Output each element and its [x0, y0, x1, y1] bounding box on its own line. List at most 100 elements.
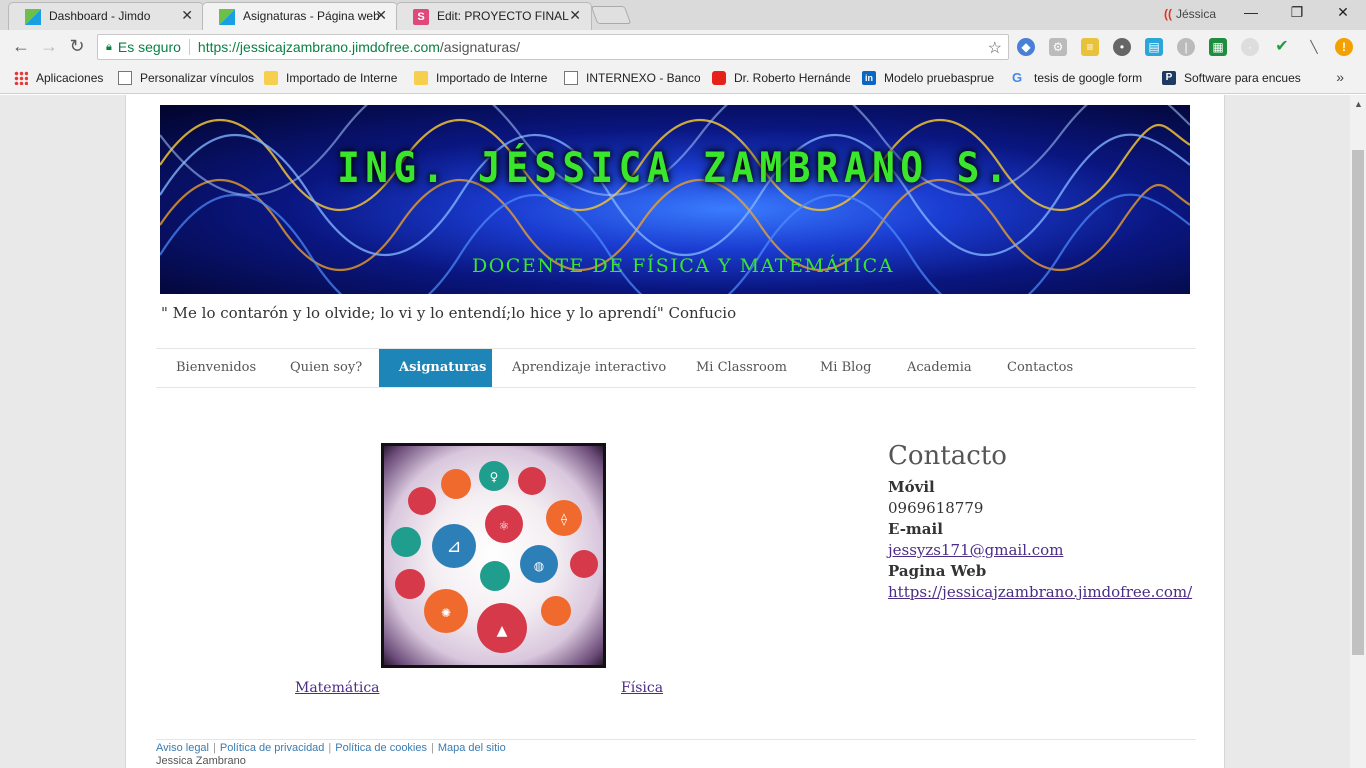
nav-academia[interactable]: Academia [887, 349, 992, 387]
contact-section: Contacto Móvil 0969618779 E-mail jessyzs… [888, 441, 1192, 603]
quote-text: " Me lo contarón y lo olvide; lo vi y lo… [161, 304, 737, 322]
bookmark-star-icon[interactable]: ☆ [988, 38, 1002, 58]
menu-alert-icon[interactable]: ! [1335, 38, 1353, 56]
bookmark-folder[interactable]: Importado de Interne [414, 71, 550, 85]
profile-icon: (( [1164, 7, 1172, 21]
extension-icon[interactable]: ▤ [1145, 38, 1163, 56]
footer-link-aviso-legal[interactable]: Aviso legal [156, 742, 209, 754]
close-tab-icon[interactable]: ✕ [375, 7, 387, 24]
scroll-up-icon[interactable]: ▲ [1354, 99, 1363, 109]
close-tab-icon[interactable]: ✕ [569, 7, 581, 24]
bookmark-item[interactable]: in Modelo pruebasprue [862, 71, 998, 85]
page-icon [564, 71, 578, 85]
site-container: ING. JÉSSICA ZAMBRANO S. DOCENTE DE FÍSI… [125, 95, 1225, 768]
subjects-illustration: ⊿ ⚛ ◍ ▲ ✺ ♀ ⟠ [381, 443, 606, 668]
header-subtitle: DOCENTE DE FÍSICA Y MATEMÁTICA [472, 255, 894, 277]
svg-text:♀: ♀ [490, 470, 499, 484]
jimdo-icon [219, 9, 235, 25]
page-scrollbar[interactable]: ▲ [1350, 95, 1366, 768]
extension-icon[interactable]: ⚙ [1049, 38, 1067, 56]
nav-contactos[interactable]: Contactos [987, 349, 1093, 387]
bookmarks-bar: Aplicaciones Personalizar vínculos Impor… [0, 64, 1366, 94]
svg-text:▲: ▲ [497, 623, 508, 639]
extension-icon[interactable]: • [1113, 38, 1131, 56]
extension-icon[interactable]: ╲ [1305, 38, 1323, 56]
link-fisica[interactable]: Física [621, 680, 663, 696]
extension-icon[interactable]: ≡ [1081, 38, 1099, 56]
close-window-button[interactable]: ✕ [1328, 4, 1358, 21]
svg-text:✺: ✺ [441, 606, 451, 620]
restore-button[interactable]: ❐ [1282, 4, 1312, 21]
reload-button[interactable]: ↻ [65, 36, 89, 57]
tab-edit-proyecto[interactable]: S Edit: PROYECTO FINAL ✕ [396, 2, 592, 30]
bookmark-item[interactable]: INTERNEXO - Banco c [564, 71, 700, 85]
site-footer: Aviso legal | Política de privacidad | Polít… [156, 739, 1196, 767]
email-label: E-mail [888, 520, 943, 538]
check-extension-icon[interactable]: ✔ [1273, 38, 1291, 56]
folder-icon [264, 71, 278, 85]
mobile-label: Móvil [888, 478, 935, 496]
extension-icon[interactable]: ▦ [1209, 38, 1227, 56]
extension-icon[interactable]: · [1241, 38, 1259, 56]
tab-dashboard-jimdo[interactable]: Dashboard - Jimdo ✕ [8, 2, 204, 30]
extension-icon[interactable]: ◆ [1017, 38, 1035, 56]
bookmark-item[interactable]: Dr. Roberto Hernánde [712, 71, 850, 85]
footer-link-cookies[interactable]: Política de cookies [335, 742, 427, 754]
bookmark-folder[interactable]: Importado de Interne [264, 71, 400, 85]
svg-text:⚛: ⚛ [499, 519, 510, 533]
google-icon: G [1012, 71, 1023, 85]
bookmark-item[interactable]: Personalizar vínculos [118, 71, 256, 85]
site-header-banner: ING. JÉSSICA ZAMBRANO S. DOCENTE DE FÍSI… [160, 105, 1190, 294]
slides-icon: S [413, 9, 429, 25]
jimdo-icon [25, 9, 41, 25]
profile-button[interactable]: (( Jéssica [1164, 7, 1216, 21]
tab-label: Edit: PROYECTO FINAL [437, 9, 569, 23]
website-link[interactable]: https://jessicajzambrano.jimdofree.com/ [888, 583, 1192, 601]
profile-name: Jéssica [1176, 7, 1217, 21]
url-host: https://jessicajzambrano.jimdofree.com [197, 39, 440, 55]
footer-link-privacidad[interactable]: Política de privacidad [220, 742, 325, 754]
minimize-button[interactable]: — [1236, 4, 1266, 20]
bookmark-item[interactable]: P Software para encues [1162, 71, 1302, 85]
nav-asignaturas[interactable]: Asignaturas [379, 349, 492, 387]
tab-label: Dashboard - Jimdo [49, 9, 151, 23]
youtube-icon [712, 71, 726, 85]
svg-text:⟠: ⟠ [561, 512, 567, 526]
new-tab-button[interactable] [590, 6, 632, 24]
apps-grid-icon [14, 71, 28, 85]
linkedin-icon: in [862, 71, 876, 85]
svg-text:⊿: ⊿ [446, 536, 461, 557]
page-icon [118, 71, 132, 85]
forward-button[interactable]: → [37, 36, 61, 57]
close-tab-icon[interactable]: ✕ [181, 7, 193, 24]
mobile-number: 0969618779 [888, 499, 984, 517]
footer-link-sitemap[interactable]: Mapa del sitio [438, 742, 506, 754]
svg-text:◍: ◍ [534, 559, 545, 573]
main-navigation: Bienvenidos Quien soy? Asignaturas Apren… [156, 348, 1196, 388]
link-matematica[interactable]: Matemática [295, 680, 380, 696]
lock-icon: 🔒︎ [106, 40, 112, 53]
contact-heading: Contacto [888, 441, 1007, 471]
survey-icon: P [1162, 71, 1176, 85]
extension-icon[interactable]: | [1177, 38, 1195, 56]
back-button[interactable]: ← [9, 36, 33, 57]
nav-quien-soy[interactable]: Quien soy? [270, 349, 382, 387]
address-bar[interactable]: 🔒︎ Es seguro https://jessicajzambrano.ji… [97, 34, 1009, 60]
tab-label: Asignaturas - Página web [243, 9, 380, 23]
scrollbar-thumb[interactable] [1352, 150, 1364, 655]
tab-asignaturas[interactable]: Asignaturas - Página web ✕ [202, 2, 398, 30]
nav-bienvenidos[interactable]: Bienvenidos [156, 349, 276, 387]
page-viewport: ING. JÉSSICA ZAMBRANO S. DOCENTE DE FÍSI… [0, 95, 1350, 768]
folder-icon [414, 71, 428, 85]
nav-aprendizaje-interactivo[interactable]: Aprendizaje interactivo [492, 349, 686, 387]
nav-mi-classroom[interactable]: Mi Classroom [676, 349, 807, 387]
nav-mi-blog[interactable]: Mi Blog [800, 349, 891, 387]
tab-strip: Dashboard - Jimdo ✕ Asignaturas - Página… [0, 0, 1366, 30]
bookmark-item[interactable]: G tesis de google form [1012, 71, 1148, 85]
web-label: Pagina Web [888, 562, 987, 580]
secure-label: Es seguro [117, 39, 181, 55]
email-link[interactable]: jessyzs171@gmail.com [888, 541, 1063, 559]
bookmark-apps[interactable]: Aplicaciones [14, 71, 114, 85]
more-bookmarks-button[interactable]: » [1336, 69, 1344, 85]
footer-owner: Jessica Zambrano [156, 755, 246, 767]
